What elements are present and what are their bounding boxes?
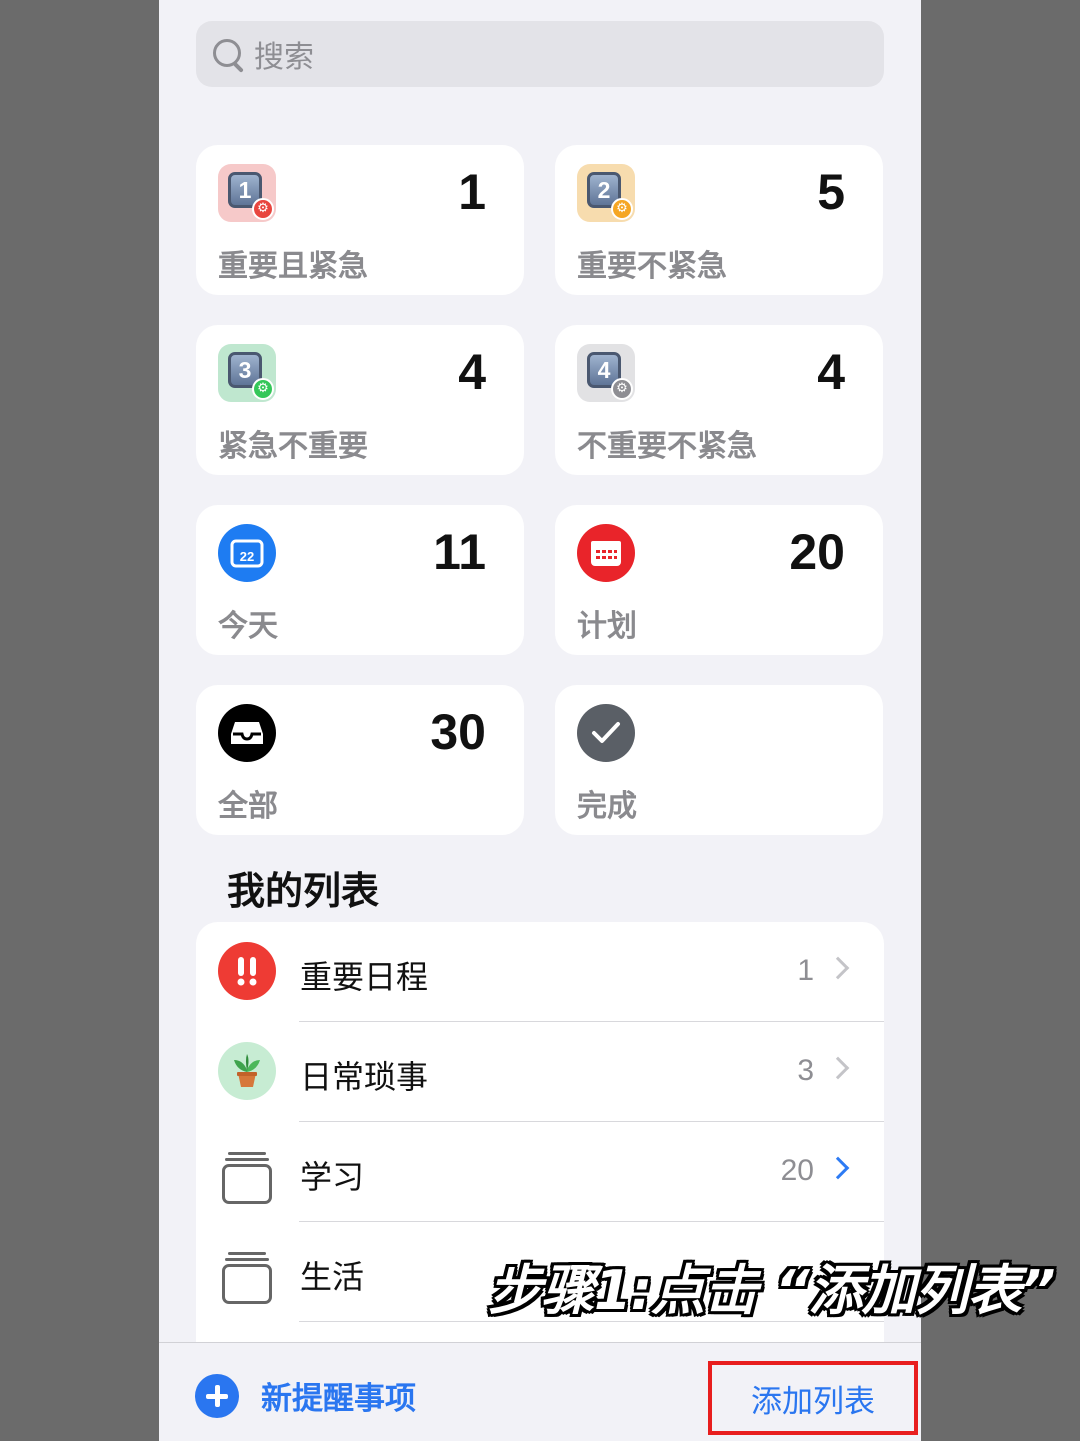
card-label: 重要不紧急 (577, 249, 727, 284)
list-item-label: 生活 (300, 1258, 365, 1296)
card-label: 全部 (218, 789, 278, 824)
card-all[interactable]: 30 全部 (196, 685, 524, 835)
new-reminder-button[interactable]: 新提醒事项 (195, 1373, 416, 1418)
add-list-label: 添加列表 (751, 1383, 875, 1420)
card-completed[interactable]: 完成 (555, 685, 883, 835)
list-item-count: 3 (797, 1054, 814, 1087)
list-item-count: 1 (797, 954, 814, 987)
priority-4-icon: 4 ⚙ (577, 344, 635, 402)
card-count: 1 (458, 164, 486, 220)
list-item-study[interactable]: 学习 20 (196, 1122, 884, 1222)
list-item-count: 20 (780, 1154, 814, 1187)
bottom-toolbar: 新提醒事项 添加列表 (159, 1342, 921, 1441)
list-item-label: 日常琐事 (300, 1058, 429, 1096)
new-reminder-label: 新提醒事项 (261, 1381, 416, 1417)
card-label: 计划 (577, 609, 637, 644)
svg-text:22: 22 (240, 549, 254, 564)
card-count: 4 (817, 344, 845, 400)
card-priority-2[interactable]: 2 ⚙ 5 重要不紧急 (555, 145, 883, 295)
card-priority-1[interactable]: 1 ⚙ 1 重要且紧急 (196, 145, 524, 295)
inbox-tray-icon (218, 704, 276, 762)
priority-1-icon: 1 ⚙ (218, 164, 276, 222)
card-label: 完成 (577, 789, 637, 824)
my-lists-title: 我的列表 (227, 869, 380, 913)
add-list-button[interactable]: 添加列表 (708, 1361, 918, 1435)
card-count: 30 (430, 704, 486, 760)
card-label: 紧急不重要 (218, 429, 368, 464)
card-label: 重要且紧急 (218, 249, 368, 284)
card-count: 4 (458, 344, 486, 400)
card-count: 5 (817, 164, 845, 220)
card-count: 11 (433, 524, 486, 580)
potted-plant-icon (218, 1042, 276, 1100)
card-scheduled[interactable]: 20 计划 (555, 505, 883, 655)
chevron-right-icon (826, 956, 850, 980)
plus-circle-icon (195, 1373, 239, 1418)
card-label: 不重要不紧急 (577, 429, 757, 464)
list-item-label: 学习 (300, 1158, 365, 1196)
chevron-right-icon (826, 1056, 850, 1080)
card-today[interactable]: 22 11 今天 (196, 505, 524, 655)
calendar-scheduled-icon (577, 524, 635, 582)
priority-2-icon: 2 ⚙ (577, 164, 635, 222)
card-count: 20 (789, 524, 845, 580)
search-icon (210, 36, 246, 72)
exclamation-icon (218, 942, 276, 1000)
reminders-screen: 搜索 1 ⚙ 1 重要且紧急 2 ⚙ 5 重要不紧急 3 ⚙ 4 紧急不重要 4… (159, 0, 921, 1441)
chevron-right-icon (826, 1156, 850, 1180)
calendar-today-icon: 22 (218, 524, 276, 582)
stack-folder-icon (218, 1242, 276, 1304)
list-item-label: 重要日程 (300, 958, 429, 996)
priority-3-icon: 3 ⚙ (218, 344, 276, 402)
list-item-important[interactable]: 重要日程 1 (196, 922, 884, 1022)
stack-folder-icon (218, 1142, 276, 1204)
list-item-daily[interactable]: 日常琐事 3 (196, 1022, 884, 1122)
checkmark-icon (577, 704, 635, 762)
search-placeholder: 搜索 (254, 40, 314, 75)
card-priority-4[interactable]: 4 ⚙ 4 不重要不紧急 (555, 325, 883, 475)
card-priority-3[interactable]: 3 ⚙ 4 紧急不重要 (196, 325, 524, 475)
tutorial-caption: 步骤1:点击 “添加列表” (488, 1259, 1056, 1322)
search-bar[interactable]: 搜索 (196, 21, 884, 87)
card-label: 今天 (218, 609, 278, 644)
